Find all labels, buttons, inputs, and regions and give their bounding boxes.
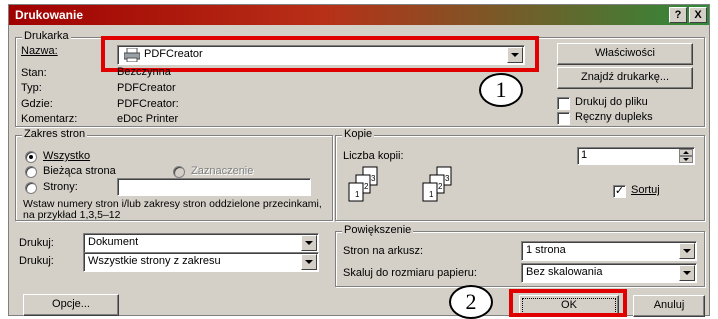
printer-status-value: Bezczynna — [117, 66, 171, 78]
pages-per-sheet-label: Stron na arkusz: — [343, 245, 424, 257]
range-pages-label: Strony: — [43, 181, 78, 193]
range-pages-input[interactable] — [117, 178, 311, 196]
svg-text:1: 1 — [429, 190, 434, 199]
manual-duplex-checkbox[interactable] — [557, 112, 570, 125]
svg-text:3: 3 — [445, 174, 450, 183]
scale-value: Bez skalowania — [526, 266, 603, 278]
range-pages-radio[interactable] — [25, 182, 37, 194]
copies-count-value: 1 — [581, 149, 588, 161]
pages-per-sheet-value: 1 strona — [526, 244, 566, 256]
printer-type-label: Typ: — [21, 82, 42, 94]
copies-count-input[interactable]: 1 — [577, 147, 695, 165]
range-all-radio[interactable] — [25, 151, 37, 163]
callout-2: 2 — [449, 285, 493, 319]
range-hint-text: Wstaw numery stron i/lub zakresy stron o… — [23, 198, 322, 221]
chevron-down-icon[interactable] — [679, 243, 695, 259]
copies-count-label: Liczba kopii: — [343, 150, 404, 162]
range-selection-radio — [173, 166, 185, 178]
properties-button[interactable]: Właściwości — [557, 43, 693, 65]
close-button[interactable]: X — [689, 7, 707, 23]
printer-group-label: Drukarka — [22, 30, 71, 42]
print-dialog: Drukowanie ? X Drukarka Nazwa: PDFCreato… — [8, 4, 710, 319]
manual-duplex-label: Ręczny dupleks — [575, 111, 653, 123]
svg-text:3: 3 — [371, 174, 376, 183]
options-button[interactable]: Opcje... — [23, 294, 119, 316]
printer-status-label: Stan: — [21, 67, 47, 79]
copies-group-label: Kopie — [342, 128, 375, 140]
copies-spinner[interactable] — [679, 149, 693, 163]
callout-1: 1 — [479, 73, 523, 107]
svg-text:2: 2 — [364, 182, 369, 191]
collate-pages-icon: 3 2 1 — [422, 166, 452, 202]
print-pages-label: Drukuj: — [19, 255, 54, 267]
print-pages-select[interactable]: Wszystkie strony z zakresu — [83, 252, 319, 272]
range-selection-label: Zaznaczenie — [191, 165, 254, 177]
zoom-group-label: Powiększenie — [342, 224, 414, 236]
collate-checkbox[interactable]: ✓ — [613, 185, 626, 198]
print-to-file-checkbox[interactable] — [557, 97, 570, 110]
cancel-button[interactable]: Anuluj — [633, 295, 705, 317]
printer-where-value: PDFCreator: — [117, 98, 179, 110]
print-pages-value: Wszystkie strony z zakresu — [88, 255, 221, 267]
printer-comment-label: Komentarz: — [21, 113, 78, 125]
svg-text:1: 1 — [355, 190, 360, 199]
scale-label: Skaluj do rozmiaru papieru: — [343, 267, 477, 279]
window-title: Drukowanie — [15, 8, 84, 22]
range-current-radio[interactable] — [25, 166, 37, 178]
printer-where-label: Gdzie: — [21, 98, 53, 110]
print-what-label: Drukuj: — [19, 237, 54, 249]
find-printer-button[interactable]: Znajdź drukarkę... — [557, 67, 693, 89]
chevron-down-icon[interactable] — [301, 235, 317, 251]
title-bar: Drukowanie ? X — [9, 5, 709, 25]
page-range-group-label: Zakres stron — [22, 128, 88, 140]
printer-comment-value: eDoc Printer — [117, 113, 179, 125]
svg-text:2: 2 — [438, 182, 443, 191]
highlight-box-ok — [509, 289, 627, 317]
chevron-down-icon[interactable] — [301, 254, 317, 270]
collate-label: Sortuj — [631, 184, 660, 196]
print-to-file-label: Drukuj do pliku — [575, 96, 648, 108]
print-what-select[interactable]: Dokument — [83, 233, 319, 253]
pages-per-sheet-select[interactable]: 1 strona — [521, 241, 697, 261]
printer-type-value: PDFCreator — [117, 82, 176, 94]
print-what-value: Dokument — [88, 236, 139, 248]
scale-select[interactable]: Bez skalowania — [521, 263, 697, 283]
range-current-label: Bieżąca strona — [43, 165, 116, 177]
chevron-down-icon[interactable] — [679, 265, 695, 281]
help-button[interactable]: ? — [669, 7, 687, 23]
range-all-label: Wszystko — [43, 150, 91, 162]
printer-name-label: Nazwa: — [21, 45, 58, 57]
collate-pages-icon: 3 2 1 — [348, 166, 378, 202]
